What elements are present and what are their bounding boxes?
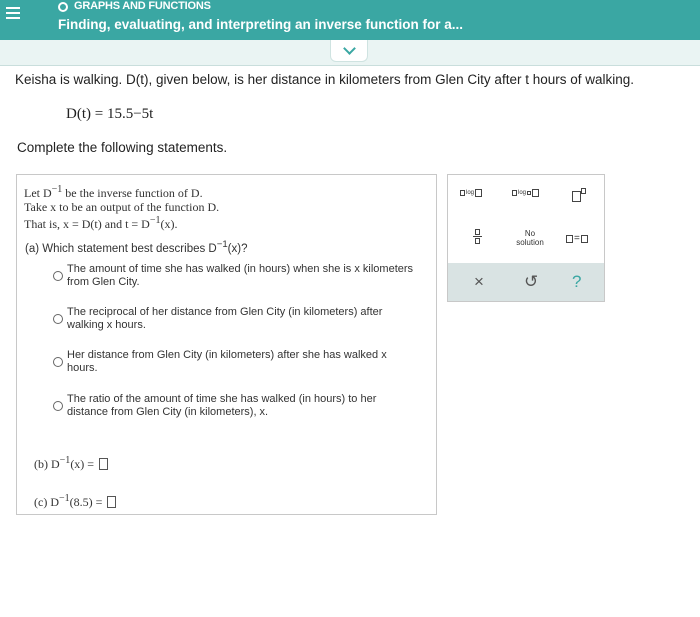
- option-label: The amount of time she has walked (in ho…: [67, 263, 414, 288]
- chevron-down-icon: [342, 41, 356, 55]
- log-button[interactable]: log: [460, 189, 483, 197]
- expand-button[interactable]: [330, 40, 368, 62]
- option-label: Her distance from Glen City (in kilomete…: [67, 349, 387, 374]
- answer-input-c[interactable]: [107, 496, 117, 508]
- problem-title: Finding, evaluating, and interpreting an…: [58, 17, 464, 32]
- expand-bar: [0, 40, 700, 66]
- problem-intro: Keisha is walking. D(t), given below, is…: [15, 72, 635, 87]
- part-c: (c) D−1(8.5) =: [34, 493, 117, 510]
- option-label: The ratio of the amount of time she has …: [67, 393, 377, 418]
- section-progress-icon: [58, 2, 68, 12]
- undo-icon[interactable]: ↺: [524, 272, 538, 292]
- header-bar: GRAPHS AND FUNCTIONS Finding, evaluating…: [0, 0, 700, 40]
- definition-text: Let D−1 be the inverse function of D. Ta…: [24, 184, 220, 231]
- instruction-text: Complete the following statements.: [17, 140, 228, 155]
- menu-icon[interactable]: [6, 7, 20, 21]
- function-formula: D(t) = 15.5−5t: [66, 106, 154, 122]
- palette-actions: × ↺ ?: [448, 263, 604, 301]
- no-solution-button[interactable]: No solution: [512, 229, 548, 247]
- radio-button[interactable]: [53, 314, 63, 324]
- answer-input-b[interactable]: [99, 458, 109, 470]
- help-icon[interactable]: ?: [572, 272, 581, 292]
- radio-button[interactable]: [53, 401, 63, 411]
- question-panel: Let D−1 be the inverse function of D. Ta…: [16, 174, 437, 515]
- math-tool-palette: log log No solution = × ↺ ?: [447, 174, 605, 302]
- part-a-prompt: (a) Which statement best describes D−1(x…: [25, 239, 248, 255]
- radio-button[interactable]: [53, 357, 63, 367]
- exponent-button[interactable]: [572, 185, 586, 202]
- log-base-button[interactable]: log: [512, 189, 540, 197]
- option-label: The reciprocal of her distance from Glen…: [67, 306, 383, 331]
- radio-button[interactable]: [53, 271, 63, 281]
- clear-icon[interactable]: ×: [474, 272, 484, 292]
- equals-button[interactable]: =: [566, 233, 588, 244]
- fraction-button[interactable]: [473, 229, 482, 244]
- section-title: GRAPHS AND FUNCTIONS: [74, 0, 211, 12]
- part-b: (b) D−1(x) =: [34, 455, 109, 472]
